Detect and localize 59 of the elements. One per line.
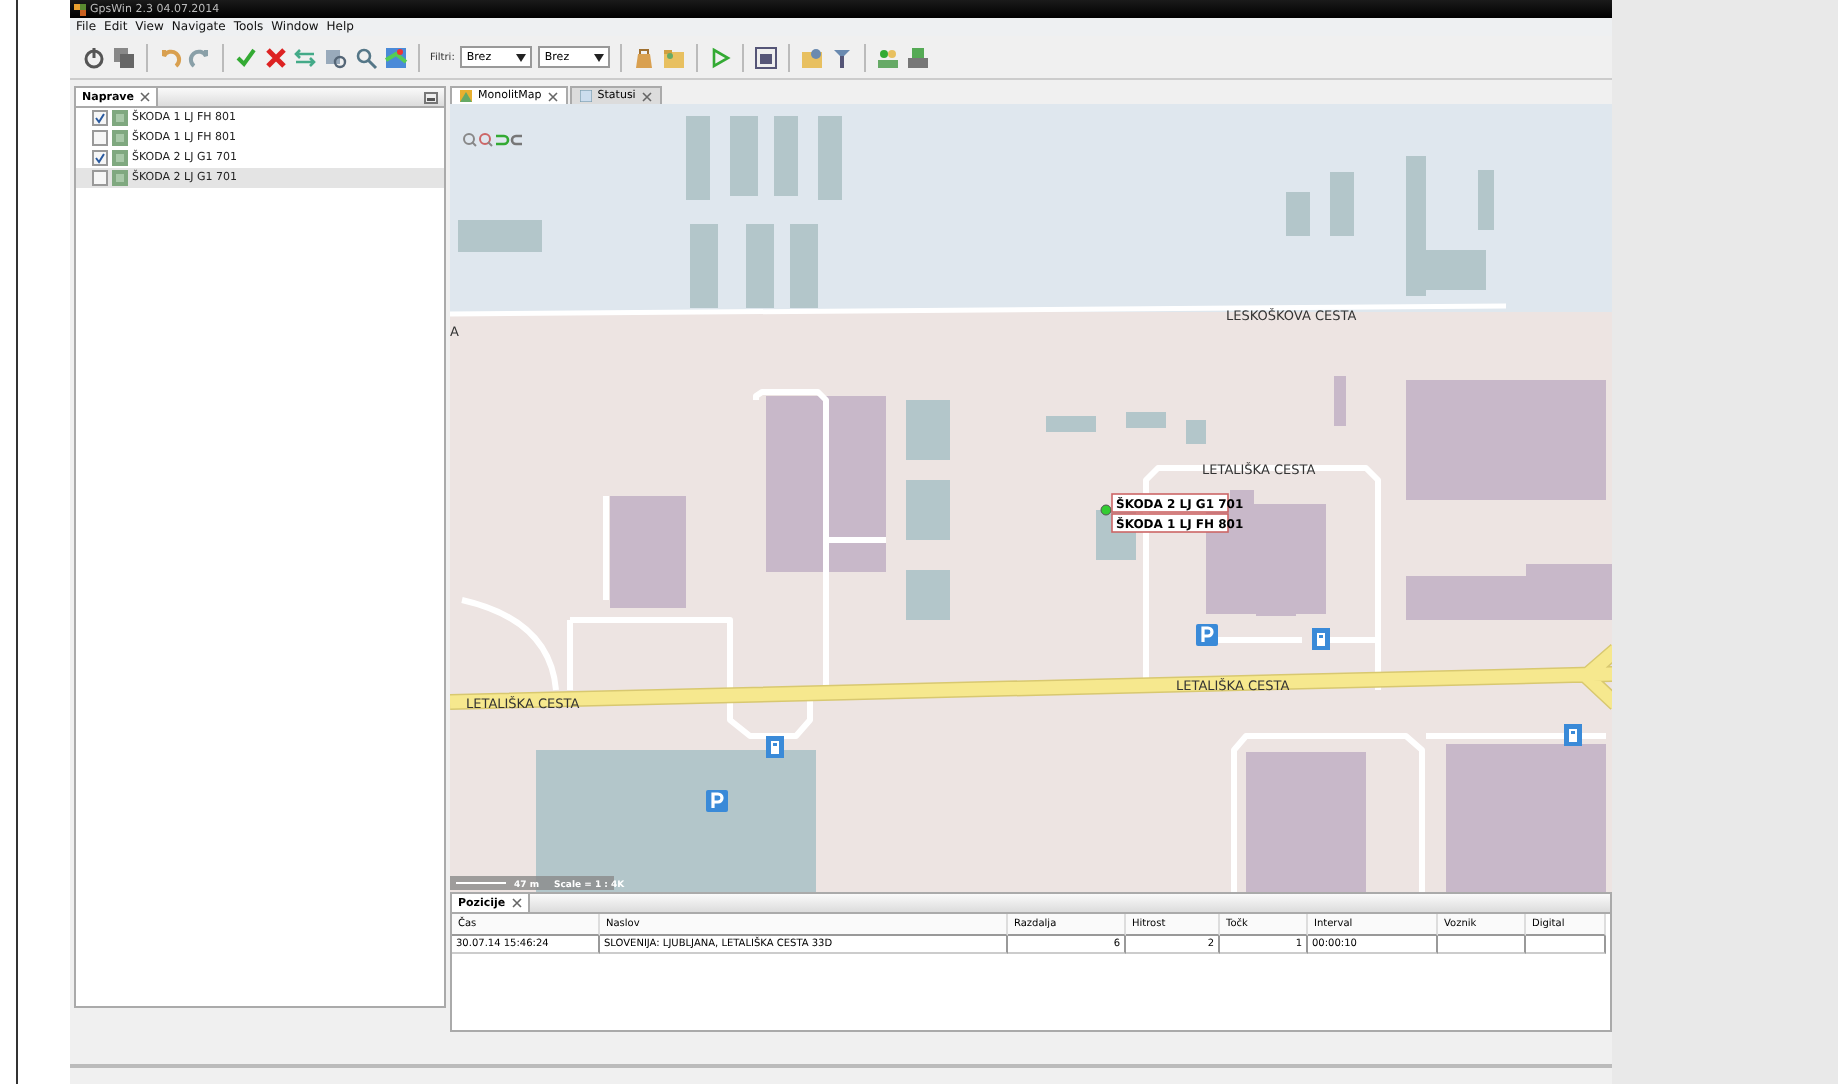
people-icon[interactable] [876, 45, 901, 69]
monitor-icon[interactable] [906, 45, 931, 69]
power-icon[interactable] [82, 45, 106, 69]
lock-icon [766, 736, 784, 758]
folder-icon[interactable] [662, 45, 687, 69]
checkbox[interactable] [92, 170, 108, 186]
parking-icon [1196, 624, 1218, 646]
checkbox[interactable] [92, 110, 108, 126]
checkbox[interactable] [92, 150, 108, 166]
swap-arrows-icon[interactable] [294, 45, 318, 69]
building [730, 116, 758, 196]
building [818, 116, 842, 200]
building [1330, 172, 1354, 236]
app-logo-icon [74, 3, 86, 15]
building [1126, 412, 1166, 428]
road [461, 597, 559, 691]
empty-table-cell [1438, 936, 1526, 954]
parking-icon [706, 790, 728, 812]
close-icon[interactable] [140, 92, 150, 102]
close-icon[interactable] [547, 91, 558, 101]
refresh-icon[interactable] [510, 134, 522, 146]
map-icon [460, 90, 472, 102]
building [690, 224, 718, 308]
caret-icon [594, 53, 605, 61]
building [1286, 192, 1310, 236]
check-icon[interactable] [234, 45, 258, 69]
lock-icon [1564, 724, 1582, 746]
building [774, 116, 798, 196]
building [1334, 376, 1346, 426]
close-icon[interactable] [511, 898, 522, 908]
building [1046, 416, 1096, 432]
play-icon[interactable] [708, 45, 733, 69]
minimize-icon[interactable] [424, 91, 438, 103]
empty-table-cell [1526, 936, 1606, 954]
building [790, 224, 818, 308]
building [906, 570, 950, 620]
cross-icon[interactable] [264, 45, 288, 69]
building [1186, 420, 1206, 444]
vehicle-marker[interactable] [1100, 504, 1112, 516]
undo-icon[interactable] [158, 45, 182, 69]
bag-icon[interactable] [632, 45, 657, 69]
building [906, 400, 950, 460]
building [1246, 752, 1366, 892]
checkbox[interactable] [92, 130, 108, 146]
caret-icon [516, 53, 527, 61]
building [610, 496, 686, 608]
zoom-in-icon[interactable] [463, 133, 477, 147]
zoom-out-icon[interactable] [479, 133, 493, 147]
lock-icon [1312, 628, 1330, 650]
building [458, 220, 542, 252]
stacked-boxes-icon[interactable] [112, 45, 136, 69]
search-icon[interactable] [354, 45, 378, 69]
close-icon[interactable] [641, 91, 652, 101]
building [906, 480, 950, 540]
redo-icon[interactable] [188, 45, 212, 69]
map-icon[interactable] [384, 45, 408, 69]
building [1478, 170, 1494, 230]
building [686, 116, 710, 200]
building [746, 224, 774, 308]
